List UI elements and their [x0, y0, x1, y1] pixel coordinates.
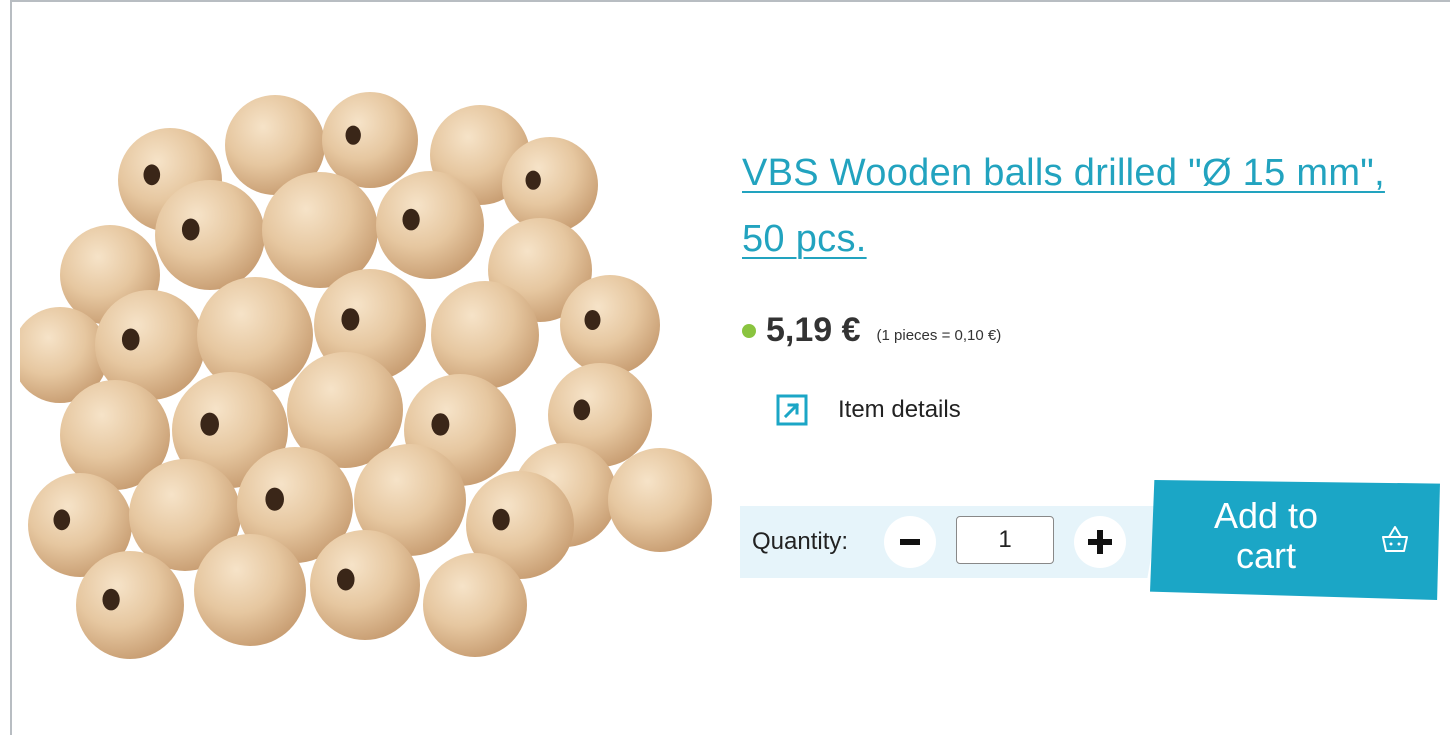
ball-hole — [345, 125, 361, 145]
quantity-input[interactable] — [956, 516, 1054, 564]
ball-hole — [53, 509, 71, 531]
ball-hole — [492, 508, 510, 531]
item-details-label: Item details — [838, 396, 961, 423]
ball-hole — [265, 487, 284, 511]
wooden-ball — [322, 92, 418, 188]
wooden-ball — [155, 180, 265, 290]
price: 5,19 € — [766, 310, 861, 349]
price-row: 5,19 € (1 pieces = 0,10 €) — [742, 308, 1001, 352]
ball-hole — [525, 170, 541, 190]
quantity-decrease-button[interactable] — [884, 516, 936, 568]
unit-price: (1 pieces = 0,10 €) — [876, 326, 1002, 344]
add-to-cart-button[interactable]: Add to cart — [1150, 480, 1440, 600]
quantity-label: Quantity: — [752, 528, 849, 555]
add-to-cart-label: Add to cart — [1213, 495, 1319, 576]
ball-hole — [102, 588, 120, 611]
wooden-ball — [76, 551, 184, 659]
quantity-increase-button[interactable] — [1074, 516, 1126, 568]
ball-hole — [584, 310, 601, 330]
ball-hole — [336, 568, 355, 591]
wooden-ball — [376, 171, 484, 279]
ball-hole — [181, 218, 200, 241]
product-image[interactable] — [20, 85, 720, 675]
minus-icon — [900, 539, 920, 545]
ball-hole — [573, 399, 591, 421]
ball-hole — [200, 412, 219, 436]
wooden-ball — [608, 448, 712, 552]
basket-icon — [1382, 526, 1408, 552]
wooden-ball — [310, 530, 420, 640]
wooden-ball — [502, 137, 598, 233]
wooden-ball — [560, 275, 660, 375]
ball-hole — [121, 328, 140, 351]
item-details-link[interactable]: Item details — [776, 394, 961, 426]
ball-hole — [431, 413, 450, 436]
wooden-ball — [194, 534, 306, 646]
ball-hole — [402, 208, 420, 231]
availability-dot-icon — [742, 324, 756, 338]
product-title-link[interactable]: VBS Wooden balls drilled "Ø 15 mm", 50 p… — [742, 140, 1432, 272]
plus-icon — [1088, 530, 1112, 554]
wooden-ball — [431, 281, 539, 389]
wooden-ball — [423, 553, 527, 657]
ball-hole — [143, 164, 161, 186]
external-link-icon — [776, 394, 808, 426]
ball-hole — [341, 308, 360, 331]
